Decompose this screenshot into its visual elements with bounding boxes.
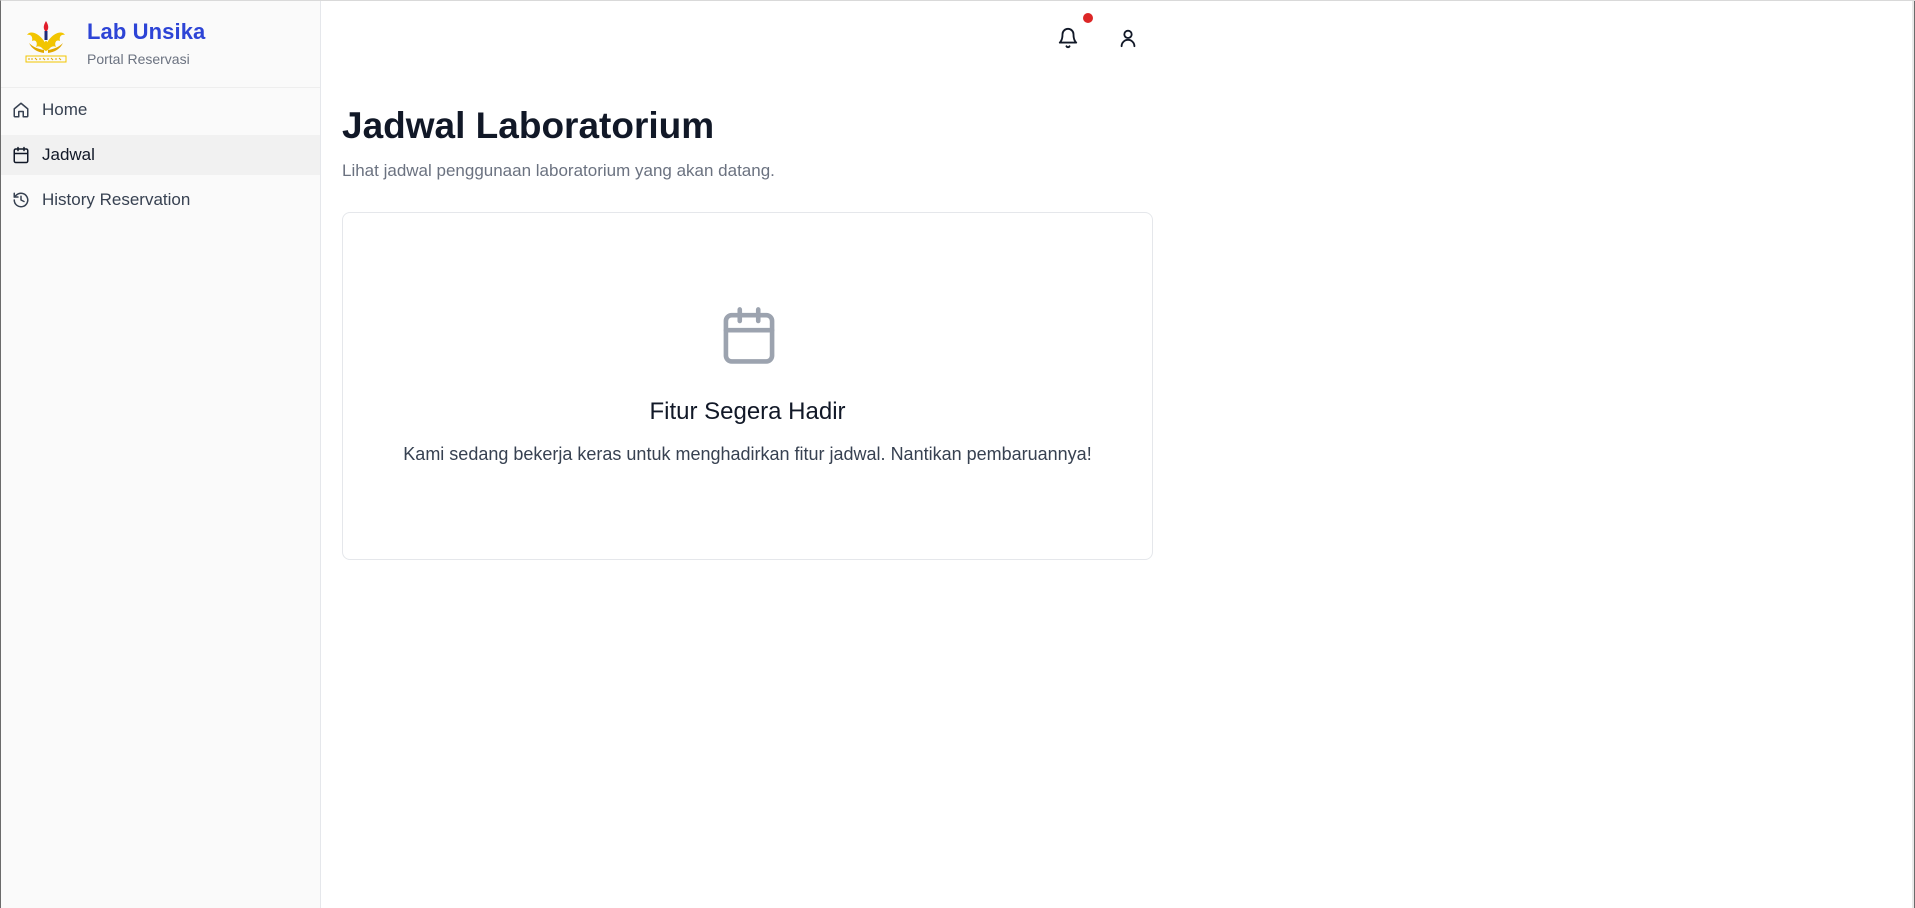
app-window: Lab Unsika Portal Reservasi Home Jadwal [0,0,1915,908]
sidebar-item-jadwal[interactable]: Jadwal [1,135,320,175]
home-icon [13,102,29,118]
card-description: Kami sedang bekerja keras untuk menghadi… [403,444,1092,464]
calendar-icon [723,307,775,364]
user-icon[interactable] [1117,27,1139,49]
sidebar-item-label: Home [42,100,88,119]
calendar-icon [13,146,29,164]
coming-soon-card: Fitur Segera Hadir Kami sedang bekerja k… [342,212,1153,560]
card-title: Fitur Segera Hadir [649,398,846,425]
page-title: Jadwal Laboratorium [342,105,715,146]
sidebar-nav: Home Jadwal History Reservation [1,90,320,225]
brand: Lab Unsika Portal Reservasi [1,1,320,88]
history-icon [13,192,29,208]
bell-icon[interactable] [1057,27,1079,49]
sidebar-item-label: Jadwal [42,145,95,164]
notification-badge [1083,13,1093,23]
sidebar-item-home[interactable]: Home [1,90,320,130]
unsika-logo [25,21,67,63]
sidebar-item-history-reservation[interactable]: History Reservation [1,180,320,220]
page-subtitle: Lihat jadwal penggunaan laboratorium yan… [342,161,775,180]
brand-subtitle: Portal Reservasi [87,51,190,67]
brand-title[interactable]: Lab Unsika [87,19,205,45]
sidebar-item-label: History Reservation [42,190,191,209]
sidebar: Lab Unsika Portal Reservasi Home Jadwal [1,1,321,908]
